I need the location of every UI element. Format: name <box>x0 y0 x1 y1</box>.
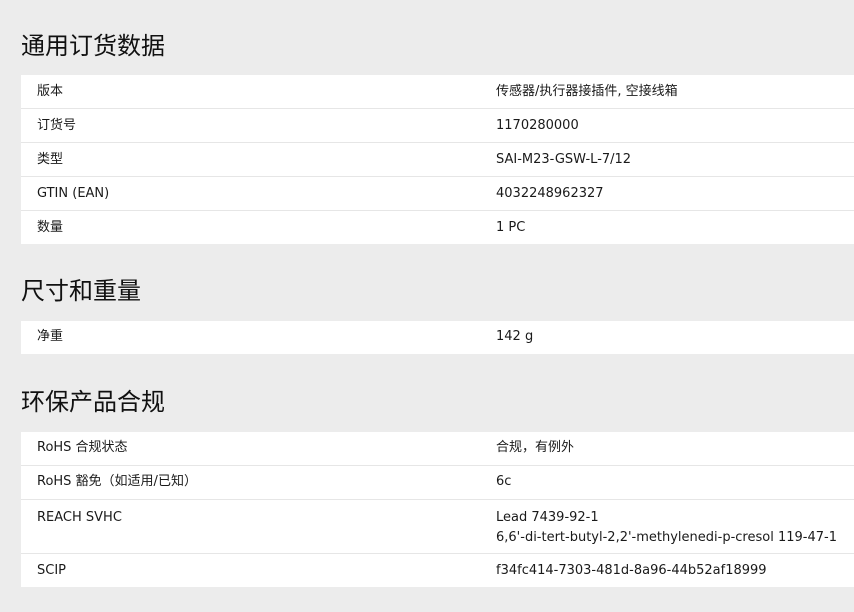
table-row: RoHS 豁免（如适用/已知） 6c <box>21 466 854 500</box>
row-label: 数量 <box>37 220 64 235</box>
row-value: f34fc414-7303-481d-8a96-44b52af18999 <box>496 563 767 578</box>
row-value: 142 g <box>496 329 534 344</box>
row-value-multiline: Lead 7439-92-1 6,6'-di-tert-butyl-2,2'-m… <box>496 508 837 548</box>
table-row: SCIP f34fc414-7303-481d-8a96-44b52af1899… <box>21 554 854 587</box>
section-title-environmental-compliance: 环保产品合规 <box>21 388 165 416</box>
ordering-data-table: 版本 传感器/执行器接插件, 空接线箱 订货号 1170280000 类型 SA… <box>21 75 854 244</box>
row-label: REACH SVHC <box>37 510 122 525</box>
section-title-ordering-data: 通用订货数据 <box>21 32 165 60</box>
table-row: RoHS 合规状态 合规，有例外 <box>21 432 854 466</box>
row-value: 1170280000 <box>496 118 579 133</box>
row-value: 传感器/执行器接插件, 空接线箱 <box>496 84 678 99</box>
table-row: GTIN (EAN) 4032248962327 <box>21 177 854 211</box>
row-value: SAI-M23-GSW-L-7/12 <box>496 152 632 167</box>
row-value: 1 PC <box>496 220 526 235</box>
table-row: 数量 1 PC <box>21 211 854 244</box>
product-data-page: 通用订货数据 版本 传感器/执行器接插件, 空接线箱 订货号 117028000… <box>0 0 854 612</box>
row-label: GTIN (EAN) <box>37 186 110 201</box>
row-label: RoHS 豁免（如适用/已知） <box>37 474 197 489</box>
row-value: 6c <box>496 474 512 489</box>
row-value-line: Lead 7439-92-1 <box>496 510 599 525</box>
row-label: RoHS 合规状态 <box>37 440 128 455</box>
table-row: 类型 SAI-M23-GSW-L-7/12 <box>21 143 854 177</box>
table-row: REACH SVHC Lead 7439-92-1 6,6'-di-tert-b… <box>21 500 854 554</box>
row-value: 合规，有例外 <box>496 440 575 455</box>
table-row: 版本 传感器/执行器接插件, 空接线箱 <box>21 75 854 109</box>
row-label: 订货号 <box>37 118 77 133</box>
row-label: 类型 <box>37 152 64 167</box>
row-value-line: 6,6'-di-tert-butyl-2,2'-methylenedi-p-cr… <box>496 530 837 545</box>
environmental-compliance-table: RoHS 合规状态 合规，有例外 RoHS 豁免（如适用/已知） 6c REAC… <box>21 432 854 587</box>
table-row: 净重 142 g <box>21 321 854 354</box>
table-row: 订货号 1170280000 <box>21 109 854 143</box>
section-title-dimensions-weight: 尺寸和重量 <box>21 277 141 305</box>
dimensions-weight-table: 净重 142 g <box>21 321 854 354</box>
row-label: 净重 <box>37 329 64 344</box>
row-label: 版本 <box>37 84 64 99</box>
row-value: 4032248962327 <box>496 186 604 201</box>
row-label: SCIP <box>37 563 67 578</box>
